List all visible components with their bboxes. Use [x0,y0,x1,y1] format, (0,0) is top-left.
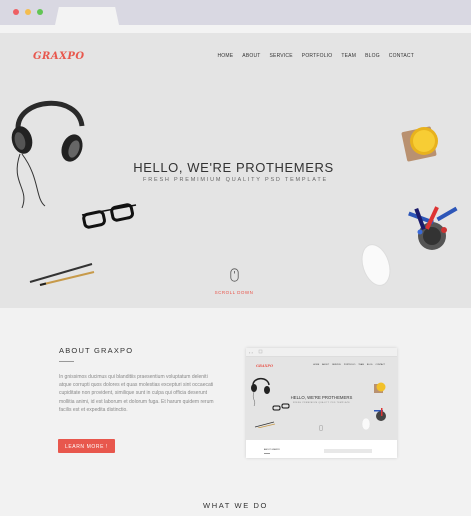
minimize-window-icon[interactable] [25,9,31,15]
about-title: ABOUT GRAXPO [59,346,134,355]
preview-subtitle: FRESH PREMIMIUM QUALITY PSD TEMPLATE [292,402,351,404]
nav-about[interactable]: ABOUT [242,53,260,59]
browser-toolbar [0,25,471,33]
computer-mouse-image [361,244,391,286]
scroll-down[interactable]: SCROLL DOWN [214,268,254,295]
about-text: In gnissimos ducimus qui blanditiis prae… [59,374,214,413]
nav-team[interactable]: TEAM [341,53,356,59]
main-nav: HOME ABOUT SERVICE PORTFOLIO TEAM BLOG C… [217,53,414,59]
nav-portfolio[interactable]: PORTFOLIO [302,53,333,59]
glasses-image [81,203,137,229]
pen-holder-image [408,206,458,250]
juice-glass-image [401,126,438,162]
preview-nav-home: HOME [313,364,320,366]
preview-mouse [361,417,371,431]
hero-subtitle: FRESH PREMIMIUM QUALITY PSD TEMPLATE [143,177,328,183]
hero-section: GRAXPO HOME ABOUT SERVICE PORTFOLIO TEAM… [0,33,471,308]
learn-more-button[interactable]: LEARN MORE ! [58,439,115,453]
preview-mouse-icon [319,425,323,431]
preview-about-divider [264,453,270,454]
nav-service[interactable]: SERVICE [270,53,293,59]
preview-title: HELLO, WE'RE PROTHEMERS [290,395,353,400]
scroll-down-label: SCROLL DOWN [214,290,254,295]
about-section: ABOUT GRAXPO In gnissimos ducimus qui bl… [0,308,471,516]
what-we-do-title: WHAT WE DO [203,501,268,510]
mouse-icon [229,268,239,282]
preview-nav: HOME ABOUT SERVICE PORTFOLIO TEAM BLOG C… [313,364,385,366]
preview-content-block [324,449,372,453]
preview-hero: GRAXPO HOME ABOUT SERVICE PORTFOLIO TEAM… [246,357,397,440]
website-preview-image: ‹ › GRAXPO HOME ABOUT SERVICE PORTFOLIO … [246,348,397,458]
preview-nav-blog: BLOG [366,364,373,366]
preview-about-title: ABOUT GRAXPO [264,449,280,451]
preview-nav-portfolio: PORTFOLIO [343,364,356,366]
preview-nav-team: TEAM [358,364,364,366]
preview-nav-about: ABOUT [322,364,330,366]
title-divider [59,361,74,362]
preview-nav-contact: CONTACT [375,364,385,366]
pencils-image [29,263,95,286]
preview-glasses [272,403,290,411]
browser-tab[interactable] [55,7,119,25]
maximize-window-icon[interactable] [37,9,43,15]
preview-logo: GRAXPO [256,364,274,368]
preview-nav-service: SERVICE [332,364,341,366]
nav-home[interactable]: HOME [217,53,233,59]
hero-title-text: HELLO, WE'RE PROTHEMERS [133,160,334,175]
svg-text:‹ ›: ‹ › [249,350,253,355]
site-logo[interactable]: GRAXPO [33,51,85,62]
headphones-image [11,100,85,209]
close-window-icon[interactable] [13,9,19,15]
browser-chrome [0,0,471,25]
preview-pencils [254,421,276,428]
preview-juice [374,382,386,393]
nav-contact[interactable]: CONTACT [389,53,414,59]
preview-browser-bar: ‹ › [246,348,397,357]
preview-pen-holder [374,408,386,421]
nav-blog[interactable]: BLOG [365,53,380,59]
